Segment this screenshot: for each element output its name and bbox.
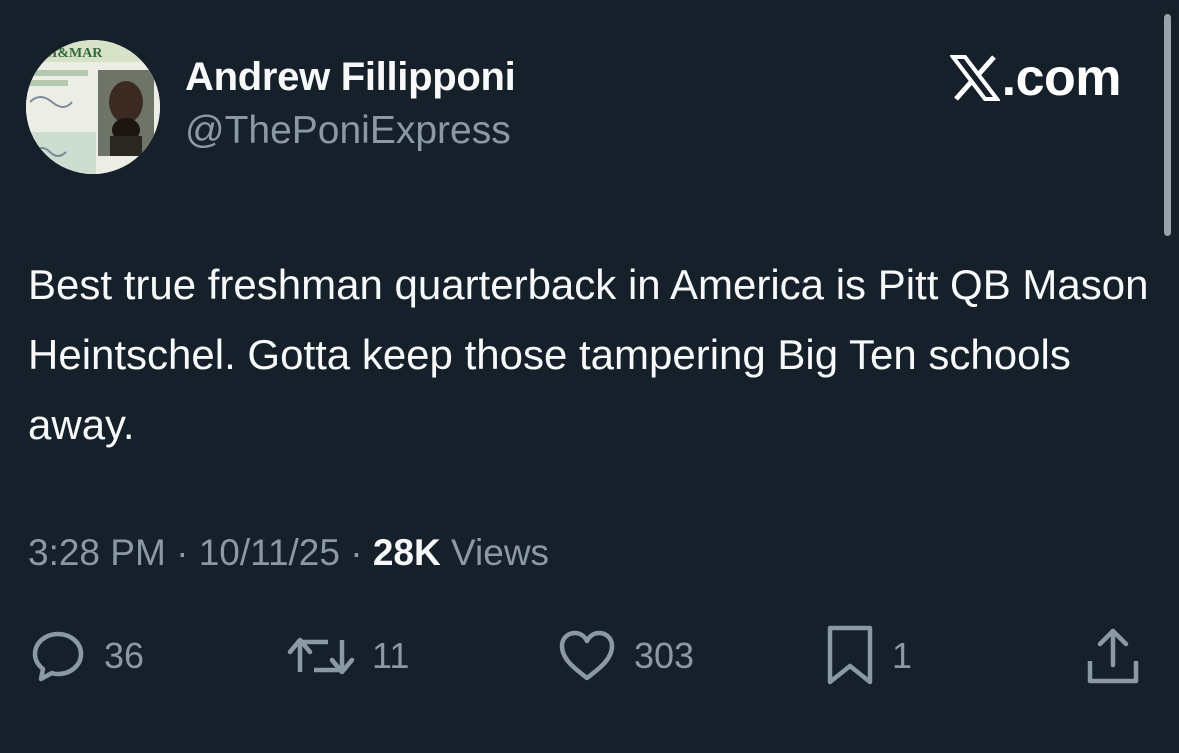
tweet-date[interactable]: 10/11/25 [199, 532, 340, 573]
views-label: Views [440, 532, 550, 573]
repost-icon [287, 637, 355, 675]
author-handle[interactable]: @ThePoniExpress [185, 109, 511, 153]
bookmark-icon [827, 625, 873, 685]
share-button[interactable] [1084, 622, 1142, 690]
reply-icon [32, 631, 84, 682]
like-count: 303 [634, 635, 695, 676]
bookmark-button[interactable]: 1 [824, 622, 912, 690]
heart-icon [559, 630, 615, 681]
reply-count: 36 [104, 635, 145, 676]
tweet-text: Best true freshman quarterback in Americ… [28, 261, 1149, 448]
brand-label: .com [1001, 49, 1122, 107]
repost-count: 11 [372, 635, 410, 676]
x-logo-icon [949, 55, 1000, 101]
bookmark-count: 1 [892, 635, 913, 676]
views-count: 28K [372, 532, 441, 573]
id-card-photo: AM&MAR [26, 40, 160, 174]
meta-separator: · [165, 532, 199, 573]
action-bar: 36 11 303 1 [0, 622, 1179, 690]
tweet-time[interactable]: 3:28 PM [28, 532, 166, 573]
author-display-name[interactable]: Andrew Fillipponi [185, 55, 516, 100]
share-icon [1087, 628, 1139, 684]
avatar[interactable]: AM&MAR [26, 40, 160, 174]
avatar-card-text: AM&MAR [34, 46, 103, 61]
repost-button[interactable]: 11 [286, 622, 409, 690]
meta-separator: · [339, 532, 373, 573]
reply-button[interactable]: 36 [28, 622, 144, 690]
tweet-meta: 3:28 PM · 10/11/25 · 28K Views [28, 532, 549, 574]
scrollbar[interactable] [1164, 14, 1171, 236]
brand[interactable]: .com [949, 48, 1122, 108]
like-button[interactable]: 303 [556, 622, 694, 690]
